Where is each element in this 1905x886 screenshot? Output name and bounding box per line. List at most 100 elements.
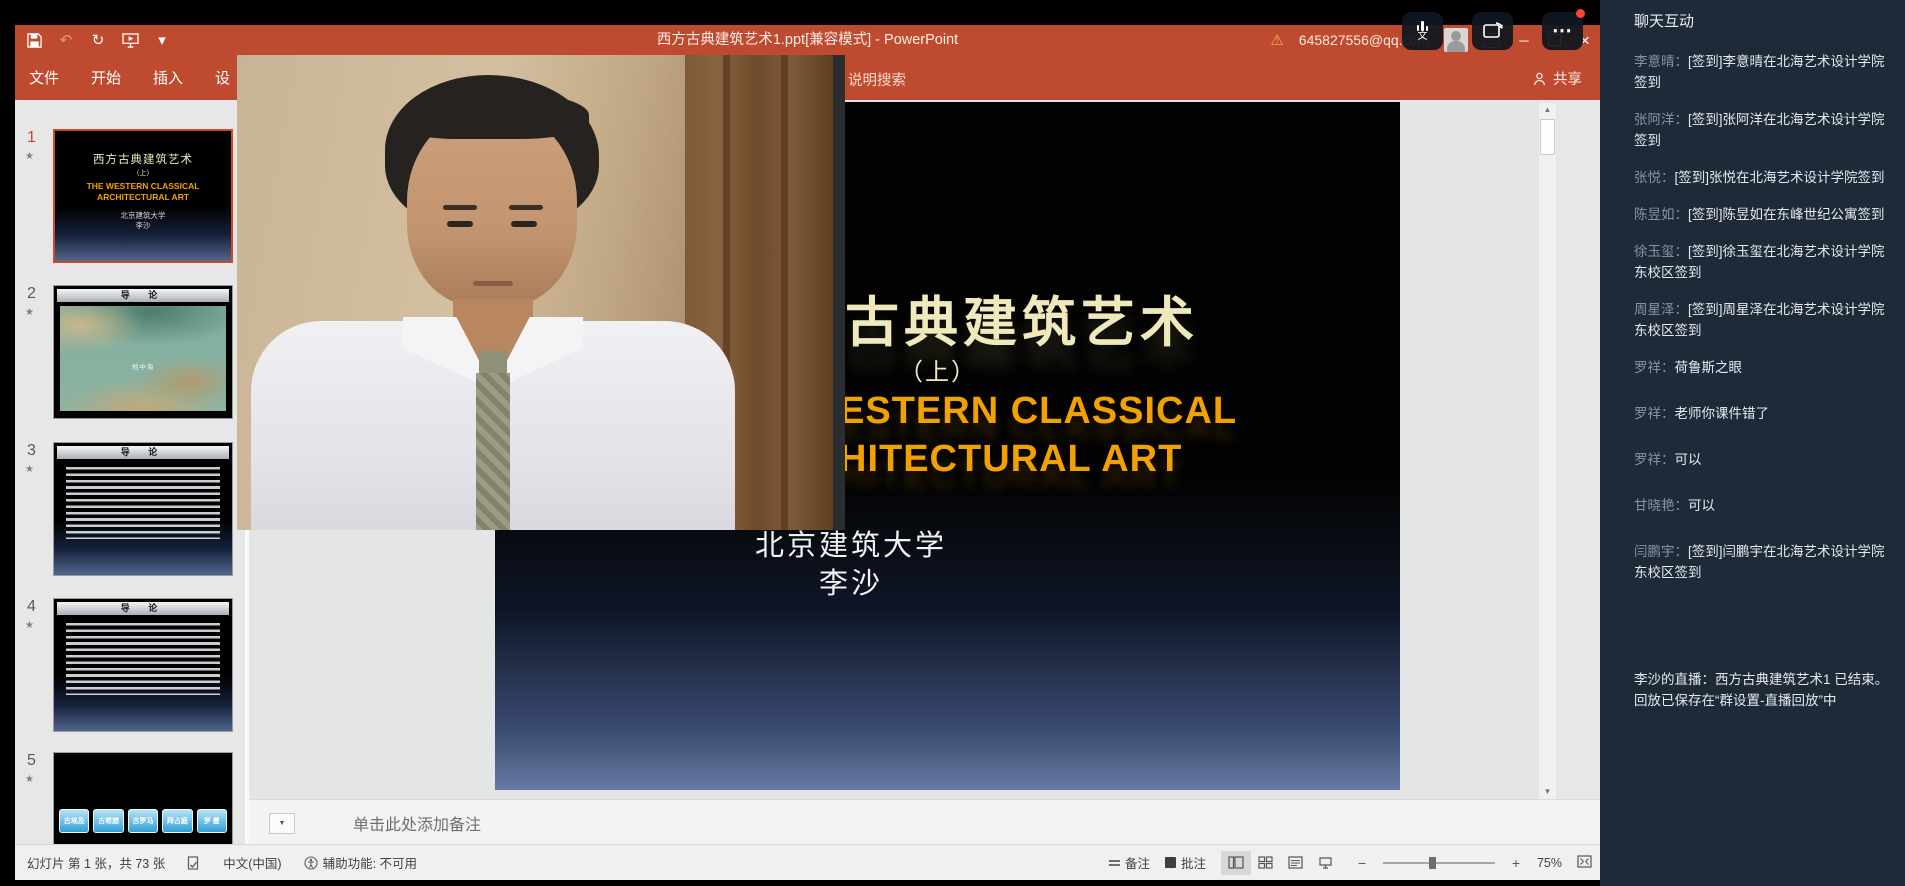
language-indicator[interactable]: 中文(中国)	[223, 853, 281, 872]
notification-dot	[1576, 9, 1585, 18]
chat-message-list[interactable]: 聊天互动 李意晴：[签到]李意晴在北海艺术设计学院签到 张阿洋：[签到]张阿洋在…	[1634, 10, 1891, 727]
thumb-org: 北京建筑大学李沙	[55, 211, 231, 230]
more-icon: ⋯	[1552, 21, 1573, 41]
notes-toggle-button[interactable]: 备注	[1109, 853, 1150, 872]
slide-title-en-line2: HITECTURAL ART	[839, 438, 1182, 481]
zoom-out-button[interactable]: −	[1356, 855, 1368, 871]
slide-number: 3	[27, 442, 36, 460]
screen-rotate-icon	[1481, 20, 1505, 42]
normal-view-button[interactable]	[1221, 851, 1251, 875]
comments-icon	[1165, 857, 1176, 868]
chat-panel: 聊天互动 李意晴：[签到]李意晴在北海艺术设计学院签到 张阿洋：[签到]张阿洋在…	[1600, 0, 1905, 886]
body-text-lines	[66, 467, 220, 539]
thumbnail-image: 导 论 地中海	[53, 285, 233, 419]
scrollbar-thumb[interactable]	[1540, 119, 1555, 155]
webcam-right-edge	[833, 55, 845, 530]
reading-view-button[interactable]	[1281, 851, 1311, 875]
notes-icon	[1109, 858, 1120, 868]
slide-number: 5	[27, 752, 36, 770]
presenter-hairline	[399, 91, 589, 139]
slide-title-cn: 古典建筑艺术	[845, 278, 1199, 357]
fit-to-window-button[interactable]	[1577, 855, 1592, 871]
chat-message: 张阿洋：[签到]张阿洋在北海艺术设计学院签到	[1634, 109, 1891, 151]
person-icon	[1533, 72, 1546, 86]
slide-number: 4	[27, 598, 36, 616]
slide-subtitle: （上）	[899, 352, 977, 387]
scroll-up-icon[interactable]: ▲	[1539, 103, 1556, 117]
scroll-down-icon[interactable]: ▼	[1539, 785, 1556, 799]
tell-me-search[interactable]: 说明搜索	[848, 69, 906, 90]
thumbnail-image: 西方古典建筑艺术 （上） THE WESTERN CLASSICALARCHIT…	[53, 129, 233, 263]
comments-toggle-button[interactable]: 批注	[1165, 853, 1206, 872]
chat-message: 陈昱如：[签到]陈昱如在东峰世纪公寓签到	[1634, 204, 1891, 225]
map-label: 地中海	[60, 361, 226, 371]
chat-message: 罗祥：可以	[1634, 449, 1891, 470]
slide-counter[interactable]: 幻灯片 第 1 张，共 73 张	[27, 853, 165, 872]
zoom-slider-thumb[interactable]	[1429, 857, 1436, 869]
voice-to-text-button[interactable]: 文	[1402, 12, 1443, 50]
view-switcher	[1221, 851, 1341, 875]
collapse-notes-button[interactable]: ▼	[269, 813, 295, 834]
tab-insert[interactable]: 插入	[153, 67, 183, 88]
thumb-header: 导 论	[57, 289, 229, 302]
thumb-subtitle: （上）	[55, 168, 231, 178]
title-bar: ↶ ↻ ▾ 西方古典建筑艺术1.ppt[兼容模式] - PowerPoint ⚠…	[15, 25, 1600, 55]
slideshow-view-button[interactable]	[1311, 851, 1341, 875]
transition-star-icon: ★	[25, 774, 34, 785]
zoom-level[interactable]: 75%	[1537, 856, 1562, 870]
thumbnail-slide-3[interactable]: 3 ★ 导 论	[53, 442, 233, 576]
tie	[476, 373, 510, 530]
mediterranean-map: 地中海	[60, 306, 226, 411]
thumbnail-image: 导 论	[53, 598, 233, 732]
notes-pane[interactable]: ▼ 单击此处添加备注	[249, 799, 1600, 845]
status-right: 备注 批注	[1109, 851, 1592, 875]
chat-message: 张悦：[签到]张悦在北海艺术设计学院签到	[1634, 167, 1891, 188]
accessibility-status[interactable]: 辅助功能: 不可用	[304, 853, 417, 872]
slide-author: 李沙	[695, 560, 1007, 602]
notes-placeholder[interactable]: 单击此处添加备注	[353, 811, 481, 835]
chat-message: 罗祥：老师你课件错了	[1634, 403, 1891, 424]
chat-message: 闫鹏宇：[签到]闫鹏宇在北海艺术设计学院东校区签到	[1634, 541, 1891, 583]
thumb-header: 导 论	[57, 446, 229, 459]
thumbnail-image: 导 论	[53, 442, 233, 576]
presenter-eye	[511, 221, 537, 227]
thumb-title-en: THE WESTERN CLASSICALARCHITECTURAL ART	[55, 181, 231, 202]
thumbnail-slide-4[interactable]: 4 ★ 导 论	[53, 598, 233, 732]
chat-message: 徐玉玺：[签到]徐玉玺在北海艺术设计学院东校区签到	[1634, 241, 1891, 283]
thumbnail-slide-5[interactable]: 5 ★ 古埃及 古希腊 古罗马 拜占庭 罗 曼 哥 特 文艺复兴 巴洛克 洛可可	[53, 752, 233, 845]
zoom-slider[interactable]	[1383, 862, 1495, 864]
chat-message: 甘晓艳：可以	[1634, 495, 1891, 516]
presenter-eyebrow	[443, 205, 477, 210]
tab-design-clipped[interactable]: 设	[215, 67, 230, 88]
sound-wave-icon	[1417, 21, 1429, 31]
vertical-scrollbar[interactable]: ▲ ▼	[1538, 102, 1557, 800]
accessibility-label: 辅助功能: 不可用	[323, 853, 417, 872]
chat-system-message: 李沙的直播：西方古典建筑艺术1 已结束。回放已保存在“群设置-直播回放”中	[1634, 669, 1891, 711]
body-text-lines	[66, 623, 220, 695]
tab-file[interactable]: 文件	[29, 67, 59, 88]
era-button: 古罗马	[128, 809, 158, 833]
zoom-in-button[interactable]: +	[1510, 855, 1522, 871]
transition-star-icon: ★	[25, 151, 34, 162]
thumbnail-slide-2[interactable]: 2 ★ 导 论 地中海	[53, 285, 233, 419]
presenter-eye	[447, 221, 473, 227]
spell-check-icon[interactable]	[187, 856, 201, 870]
account-avatar[interactable]	[1444, 28, 1468, 52]
thumb-header: 导 论	[57, 602, 229, 615]
presenter-webcam-video[interactable]	[237, 55, 845, 530]
warning-icon: ⚠	[1270, 31, 1283, 49]
share-button[interactable]: 共享	[1533, 68, 1582, 89]
more-options-button[interactable]: ⋯	[1542, 12, 1583, 50]
transition-star-icon: ★	[25, 307, 34, 318]
tab-home[interactable]: 开始	[91, 67, 121, 88]
screen-share-button[interactable]	[1472, 12, 1513, 50]
slide-sorter-view-button[interactable]	[1251, 851, 1281, 875]
presenter-eyebrow	[509, 205, 543, 210]
thumbnail-slide-1[interactable]: 1 ★ 西方古典建筑艺术 （上） THE WESTERN CLASSICALAR…	[53, 129, 233, 263]
chat-message: 李意晴：[签到]李意晴在北海艺术设计学院签到	[1634, 51, 1891, 93]
chat-message: 罗祥：荷鲁斯之眼	[1634, 357, 1891, 378]
minimize-button[interactable]: ─	[1515, 33, 1533, 48]
era-button: 拜占庭	[162, 809, 192, 833]
slide-number: 2	[27, 285, 36, 303]
voice-caption-icon: 文	[1418, 32, 1428, 42]
